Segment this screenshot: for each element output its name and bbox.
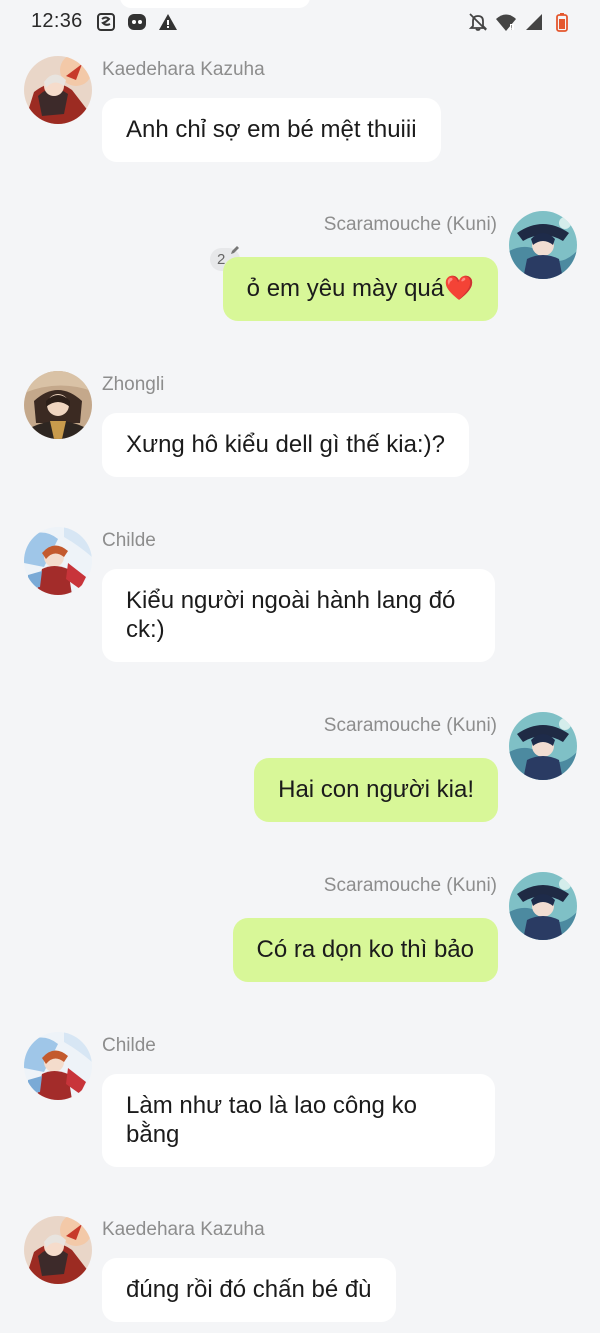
scaramouche-avatar[interactable]: [509, 872, 577, 940]
pencil-icon: [231, 246, 239, 254]
childe-avatar[interactable]: [24, 1032, 92, 1100]
message-row: Childe Làm như tao là lao công ko bằng: [0, 1032, 600, 1172]
message-row: Kaedehara Kazuha đúng rồi đó chấn bé đù: [0, 1216, 600, 1326]
zhongli-avatar[interactable]: [24, 371, 92, 439]
notification-pill: [120, 0, 310, 8]
signal-icon: [524, 12, 544, 32]
message-row: Scaramouche (Kuni) Hai con người kia!: [0, 712, 600, 827]
battery-icon: [552, 12, 572, 32]
message-row: Kaedehara Kazuha Anh chỉ sợ em bé mệt th…: [0, 56, 600, 166]
message-bubble[interactable]: đúng rồi đó chấn bé đù: [102, 1258, 396, 1322]
svg-text:!: !: [511, 25, 513, 32]
sender-name: Childe: [102, 530, 156, 551]
sender-name: Kaedehara Kazuha: [102, 1219, 265, 1240]
sender-name: Kaedehara Kazuha: [102, 59, 265, 80]
scaramouche-avatar[interactable]: [509, 712, 577, 780]
kazuha-avatar[interactable]: [24, 56, 92, 124]
sender-name: Scaramouche (Kuni): [323, 715, 497, 736]
kazuha-avatar[interactable]: [24, 1216, 92, 1284]
warning-icon: [158, 12, 178, 32]
sender-name: Scaramouche (Kuni): [323, 875, 497, 896]
status-time: 12:36: [31, 10, 83, 32]
message-bubble[interactable]: Làm như tao là lao công ko bằng: [102, 1074, 495, 1167]
message-bubble[interactable]: Hai con người kia!: [254, 758, 498, 822]
wifi-icon: !: [496, 12, 516, 32]
messenger-bot-icon: [127, 12, 147, 32]
screenshot-icon: [96, 12, 116, 32]
message-bubble[interactable]: ỏ em yêu mày quá❤️: [222, 257, 498, 321]
message-bubble[interactable]: Anh chỉ sợ em bé mệt thuiii: [102, 98, 441, 162]
message-row: Childe Kiểu người ngoài hành lang đó ck:…: [0, 527, 600, 667]
message-bubble[interactable]: Xưng hô kiểu dell gì thế kia:)?: [102, 413, 469, 477]
sender-name: Zhongli: [102, 374, 165, 395]
sender-name: Scaramouche (Kuni): [323, 214, 497, 235]
status-bar: 12:36 !: [0, 0, 600, 44]
childe-avatar[interactable]: [24, 527, 92, 595]
notifications-off-icon: [468, 12, 488, 32]
message-bubble[interactable]: Có ra dọn ko thì bảo: [232, 918, 498, 982]
message-row: Zhongli Xưng hô kiểu dell gì thế kia:)?: [0, 371, 600, 481]
scaramouche-avatar[interactable]: [509, 211, 577, 279]
message-row: Scaramouche (Kuni) 2 ỏ em yêu mày quá❤️: [0, 211, 600, 326]
message-bubble[interactable]: Kiểu người ngoài hành lang đó ck:): [102, 569, 495, 662]
message-row: Scaramouche (Kuni) Có ra dọn ko thì bảo: [0, 872, 600, 987]
sender-name: Childe: [102, 1035, 156, 1056]
